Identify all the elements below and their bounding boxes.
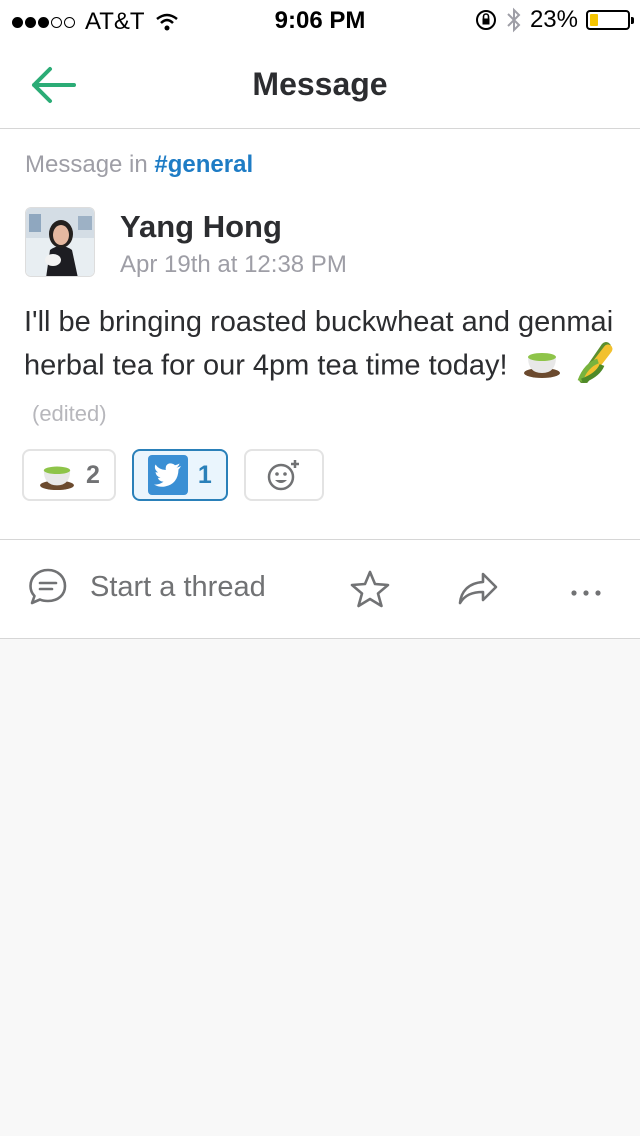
message-card: Message in #general Yang Hong Apr 19th a… <box>0 129 640 540</box>
comment-icon <box>29 568 67 605</box>
thread-label: Start a thread <box>90 570 266 603</box>
tea-icon <box>522 345 562 389</box>
bluetooth-icon <box>507 7 521 33</box>
author-name[interactable]: Yang Hong <box>120 209 282 245</box>
empty-background <box>0 639 640 1136</box>
message-actions-bar: Start a thread <box>0 540 640 639</box>
twitter-icon <box>147 455 188 495</box>
battery-level <box>590 14 599 26</box>
message-timestamp: Apr 19th at 12:38 PM <box>120 251 347 278</box>
orientation-lock-icon <box>475 10 496 30</box>
tea-icon <box>40 466 74 491</box>
reactions-row: 2 1 <box>22 449 340 501</box>
message-context: Message in #general <box>25 151 253 179</box>
message-body: I'll be bringing roasted buckwheat and g… <box>24 303 620 433</box>
channel-link[interactable]: #general <box>154 151 253 178</box>
avatar[interactable] <box>25 207 95 277</box>
share-icon <box>458 572 498 605</box>
start-thread-button[interactable]: Start a thread <box>28 568 266 606</box>
more-icon <box>571 590 601 596</box>
context-prefix: Message in <box>25 151 148 178</box>
status-bar: AT&T 9:06 PM 23% <box>0 0 640 40</box>
star-icon <box>350 570 390 608</box>
more-button[interactable] <box>570 584 602 602</box>
navigation-bar: Message <box>0 40 640 129</box>
reaction-twitter[interactable]: 1 <box>131 449 228 501</box>
battery-icon <box>586 10 634 30</box>
avatar-image <box>26 208 94 276</box>
reaction-count: 2 <box>86 460 100 489</box>
star-button[interactable] <box>350 570 390 613</box>
page-title: Message <box>252 66 388 102</box>
status-right: 23% <box>466 6 634 34</box>
corn-icon <box>576 341 616 393</box>
reaction-tea[interactable]: 2 <box>22 449 116 501</box>
edited-label: (edited) <box>32 401 107 426</box>
share-button[interactable] <box>457 570 499 613</box>
add-emoji-icon <box>267 460 299 491</box>
reaction-count: 1 <box>197 460 212 489</box>
battery-percent: 23% <box>529 6 578 33</box>
add-reaction-button[interactable] <box>243 449 324 501</box>
